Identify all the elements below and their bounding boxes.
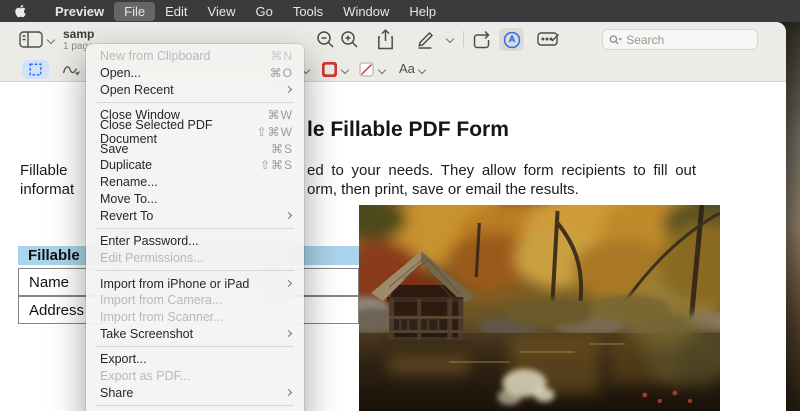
search-icon	[609, 34, 622, 46]
document-photo	[359, 205, 720, 411]
preview-window: samp 1 page	[0, 22, 786, 411]
submenu-arrow-icon	[285, 280, 292, 287]
menu-item-export-as-pdf: Export as PDF...	[86, 368, 304, 385]
submenu-arrow-icon	[285, 86, 292, 93]
menu-item-open[interactable]: Open... ⌘O	[86, 65, 304, 82]
menubar-item-help[interactable]: Help	[399, 2, 446, 21]
menu-item-shortcut: ⌘W	[268, 108, 293, 122]
menu-item-label: Enter Password...	[100, 234, 199, 248]
menu-item-new-from-clipboard: New from Clipboard ⌘N	[86, 48, 304, 65]
menu-item-label: New from Clipboard	[100, 49, 210, 63]
border-color-chevron-icon[interactable]	[342, 67, 348, 73]
menu-item-revert-to[interactable]: Revert To	[86, 207, 304, 224]
sidebar-chevron-icon[interactable]	[48, 37, 54, 43]
menu-item-label: Open...	[100, 66, 141, 80]
desktop: PreviewFileEditViewGoToolsWindowHelp sam…	[0, 0, 800, 411]
menu-item-label: Rename...	[100, 175, 158, 189]
file-menu: New from Clipboard ⌘N Open... ⌘O Open Recent…	[86, 44, 304, 411]
pdf-heading: le Fillable PDF Form	[307, 118, 509, 142]
menu-item-label: Import from Camera...	[100, 293, 222, 307]
menubar-item-go[interactable]: Go	[245, 2, 282, 21]
menubar-item-view[interactable]: View	[198, 2, 246, 21]
menu-item-label: Save	[100, 142, 129, 156]
menu-item-shortcut: ⌘O	[270, 66, 293, 80]
paragraph-line2-right: orm, then print, save or email the resul…	[307, 181, 579, 198]
fill-color-chevron-icon[interactable]	[379, 67, 385, 73]
border-color-swatch[interactable]	[322, 62, 337, 77]
rotate-button[interactable]	[472, 29, 493, 50]
menu-item-shortcut: ⇧⌘S	[260, 158, 293, 172]
submenu-arrow-icon	[285, 330, 292, 337]
annotate-button[interactable]	[499, 28, 524, 51]
form-filling-button[interactable]	[537, 31, 560, 47]
menubar-item-tools[interactable]: Tools	[283, 2, 333, 21]
menu-item-shortcut: ⇧⌘W	[257, 125, 293, 139]
text-style-chevron-icon[interactable]	[419, 67, 425, 73]
sketch-tool-button[interactable]	[62, 63, 80, 76]
menu-item-enter-password[interactable]: Enter Password...	[86, 233, 304, 250]
submenu-arrow-icon	[285, 212, 292, 219]
apple-logo-icon[interactable]	[14, 4, 27, 18]
selection-tool-button[interactable]	[22, 60, 49, 79]
menu-item-label: Take Screenshot	[100, 327, 193, 341]
menu-item-close-selected-pdf-document[interactable]: Close Selected PDF Document⇧⌘W	[86, 124, 304, 141]
menu-item-label: Import from iPhone or iPad	[100, 277, 249, 291]
menu-item-edit-permissions: Edit Permissions...	[86, 250, 304, 267]
sidebar-toggle-button[interactable]	[19, 31, 43, 48]
paragraph-line1-left: Fillable	[20, 162, 68, 179]
text-style-button[interactable]: Aa	[399, 61, 415, 76]
text-style-label: Aa	[399, 61, 415, 76]
menu-item-label: Export...	[100, 352, 147, 366]
menubar-item-edit[interactable]: Edit	[155, 2, 197, 21]
menu-item-share[interactable]: Share	[86, 384, 304, 401]
menu-item-duplicate[interactable]: Duplicate ⇧⌘S	[86, 157, 304, 174]
menu-item-label: Move To...	[100, 192, 157, 206]
menu-item-move-to[interactable]: Move To...	[86, 191, 304, 208]
menu-item-label: Edit Permissions...	[100, 251, 204, 265]
menubar-item-preview[interactable]: Preview	[45, 2, 114, 21]
menu-item-import-from-camera: Import from Camera...	[86, 292, 304, 309]
menubar-items: PreviewFileEditViewGoToolsWindowHelp	[45, 2, 446, 21]
search-input[interactable]	[626, 33, 751, 47]
menubar-item-window[interactable]: Window	[333, 2, 399, 21]
zoom-in-button[interactable]	[340, 30, 359, 49]
search-field[interactable]	[602, 29, 758, 50]
menu-separator	[96, 228, 294, 229]
paragraph-line2-left: informat	[20, 181, 74, 198]
menu-item-shortcut: ⌘S	[271, 142, 293, 156]
menu-item-label: Share	[100, 386, 133, 400]
menubar-item-file[interactable]: File	[114, 2, 155, 21]
menu-item-label: Duplicate	[100, 158, 152, 172]
system-menubar: PreviewFileEditViewGoToolsWindowHelp	[0, 0, 800, 22]
menu-item-export[interactable]: Export...	[86, 351, 304, 368]
menu-item-rename[interactable]: Rename...	[86, 174, 304, 191]
fill-color-swatch[interactable]	[359, 62, 374, 77]
zoom-out-button[interactable]	[316, 30, 335, 49]
markup-pencil-button[interactable]	[415, 30, 435, 49]
window-title: samp	[63, 28, 94, 41]
menu-item-label: Revert To	[100, 209, 153, 223]
menu-item-open-recent[interactable]: Open Recent	[86, 81, 304, 98]
menu-item-import-from-scanner: Import from Scanner...	[86, 309, 304, 326]
menu-separator	[96, 405, 294, 406]
menu-separator	[96, 270, 294, 271]
menu-item-label: Open Recent	[100, 83, 174, 97]
menu-item-label: Import from Scanner...	[100, 310, 224, 324]
menu-separator	[96, 346, 294, 347]
menu-item-import-from-iphone-or-ipad[interactable]: Import from iPhone or iPad	[86, 275, 304, 292]
share-button[interactable]	[377, 29, 394, 50]
submenu-arrow-icon	[285, 389, 292, 396]
menu-separator	[96, 102, 294, 103]
menu-item-take-screenshot[interactable]: Take Screenshot	[86, 325, 304, 342]
menu-item-shortcut: ⌘N	[270, 49, 293, 63]
menu-item-label: Export as PDF...	[100, 369, 190, 383]
paragraph-line1-right: ed to your needs. They allow form recipi…	[307, 162, 696, 179]
markup-chevron-icon[interactable]	[447, 36, 453, 42]
